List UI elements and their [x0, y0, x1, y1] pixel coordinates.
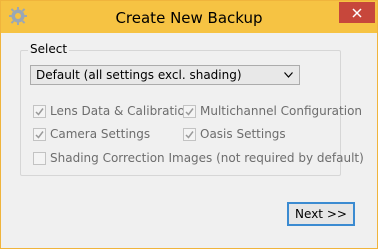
checkbox-label: Multichannel Configuration — [200, 104, 363, 118]
checkbox-label: Oasis Settings — [200, 127, 286, 141]
checkbox-shading-correction[interactable]: Shading Correction Images (not required … — [33, 151, 364, 165]
checkbox-lens-data[interactable]: Lens Data & Calibration — [33, 104, 192, 118]
checkbox-camera-settings[interactable]: Camera Settings — [33, 127, 150, 141]
checkbox-box — [33, 127, 46, 141]
close-icon — [352, 7, 362, 18]
title-bar[interactable]: Create New Backup — [1, 1, 377, 33]
checkbox-box — [33, 104, 46, 118]
checkbox-label: Camera Settings — [50, 127, 151, 141]
group-label: Select — [28, 42, 70, 56]
backup-dialog: Create New Backup Select Default (all se… — [0, 0, 378, 249]
chevron-down-icon — [284, 72, 293, 78]
checkbox-label: Shading Correction Images (not required … — [50, 151, 364, 165]
next-button[interactable]: Next >> — [287, 202, 355, 226]
select-value: Default (all settings excl. shading) — [36, 68, 242, 82]
checkbox-box — [183, 104, 196, 118]
close-button[interactable] — [339, 2, 375, 23]
checkbox-label: Lens Data & Calibration — [50, 104, 193, 118]
dialog-title: Create New Backup — [115, 9, 263, 27]
checkbox-box — [33, 151, 46, 165]
checkbox-box — [183, 127, 196, 141]
checkbox-multichannel[interactable]: Multichannel Configuration — [183, 104, 362, 118]
backup-preset-select[interactable]: Default (all settings excl. shading) — [30, 65, 300, 85]
checkbox-oasis-settings[interactable]: Oasis Settings — [183, 127, 286, 141]
